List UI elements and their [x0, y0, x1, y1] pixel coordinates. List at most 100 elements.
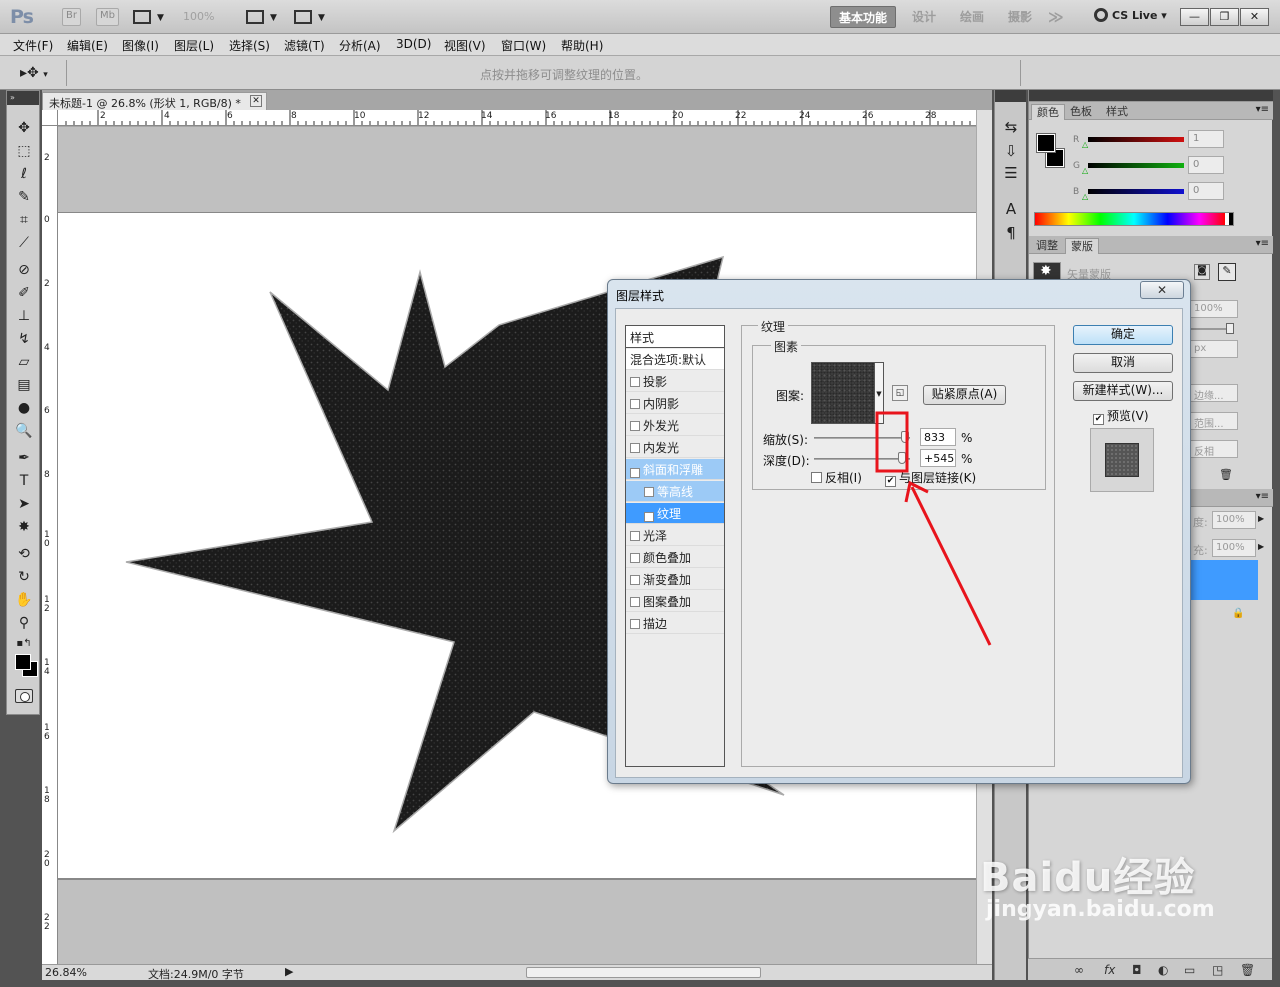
quick-select-tool-icon[interactable]: ✎ [15, 188, 33, 206]
close-app-button[interactable]: ✕ [1240, 8, 1269, 26]
scale-slider-thumb[interactable] [901, 431, 910, 443]
checkbox-checked[interactable]: ✔ [644, 512, 654, 522]
bridge-button[interactable]: Br [62, 8, 81, 26]
delete-mask-icon[interactable]: 🗑 [1219, 468, 1233, 481]
workspace-photography[interactable]: 摄影 [1000, 6, 1040, 28]
scale-slider[interactable] [814, 437, 910, 439]
foreground-color-swatch[interactable] [15, 654, 31, 670]
quick-mask-icon[interactable] [15, 689, 33, 703]
chevron-right-icon[interactable]: ▶ [1258, 542, 1264, 551]
style-item-drop-shadow[interactable]: 投影 [626, 371, 724, 392]
marquee-tool-icon[interactable]: ⬚ [15, 142, 33, 160]
slider-handle-icon[interactable]: △ [1082, 192, 1088, 201]
color-spectrum-bar[interactable] [1034, 212, 1234, 226]
gradient-tool-icon[interactable]: ▤ [15, 376, 33, 394]
move-tool-icon[interactable]: ✥ [15, 119, 33, 137]
depth-slider-thumb[interactable] [898, 452, 907, 464]
arrange-documents-button[interactable]: ▼ [246, 8, 280, 26]
workspace-essentials[interactable]: 基本功能 [830, 6, 897, 28]
vertical-ruler[interactable]: 2 0 2 4 6 8 10 12 14 16 18 20 22 [42, 126, 58, 964]
menu-window[interactable]: 窗口(W) [501, 37, 546, 54]
checkbox[interactable] [630, 575, 640, 585]
history-panel-icon[interactable]: ⇆ [1001, 118, 1021, 136]
checkbox[interactable] [630, 421, 640, 431]
new-layer-icon[interactable]: ◳ [1212, 963, 1223, 977]
style-item-contour[interactable]: 等高线 [626, 481, 724, 502]
style-item-outer-glow[interactable]: 外发光 [626, 415, 724, 436]
lasso-tool-icon[interactable]: ℓ [15, 165, 33, 183]
channel-slider-g[interactable] [1088, 163, 1184, 168]
invert-checkbox[interactable]: 反相(I) [811, 469, 862, 486]
3d-orbit-tool-icon[interactable]: ↻ [15, 568, 33, 586]
info-panel-icon[interactable]: ☰ [1001, 164, 1021, 182]
channel-slider-r[interactable] [1088, 137, 1184, 142]
workspace-design[interactable]: 设计 [904, 6, 944, 28]
horizontal-ruler[interactable]: 2 4 6 8 10 12 14 16 18 20 22 24 26 28 [58, 110, 976, 126]
checkbox-checked[interactable]: ✔ [630, 468, 640, 478]
mask-invert-button[interactable]: 反相 [1190, 440, 1238, 458]
pattern-dropdown-icon[interactable]: ▼ [874, 362, 884, 424]
checkbox[interactable] [630, 597, 640, 607]
hand-tool-icon[interactable]: ✋ [15, 591, 33, 609]
menu-analysis[interactable]: 分析(A) [339, 37, 381, 54]
style-item-texture[interactable]: ✔ 纹理 [626, 503, 724, 524]
style-item-bevel-emboss[interactable]: ✔ 斜面和浮雕 [626, 459, 724, 480]
new-group-icon[interactable]: ▭ [1184, 963, 1195, 977]
style-item-stroke[interactable]: 描边 [626, 613, 724, 634]
menu-file[interactable]: 文件(F) [13, 37, 53, 54]
clone-stamp-tool-icon[interactable]: ⊥ [15, 307, 33, 325]
restore-button[interactable]: ❐ [1210, 8, 1239, 26]
move-tool-preset[interactable]: ▸✥ ▾ [20, 65, 48, 81]
opacity-field[interactable]: 100% [1212, 511, 1256, 529]
zoom-level[interactable]: 100% [183, 10, 214, 23]
menu-image[interactable]: 图像(I) [122, 37, 159, 54]
shape-tool-icon[interactable]: ✸ [15, 518, 33, 536]
foreground-color-swatch[interactable] [1036, 133, 1056, 153]
more-workspaces-button[interactable]: ≫ [1040, 6, 1072, 28]
toolbox-header[interactable]: » [7, 91, 39, 105]
minimize-button[interactable]: — [1180, 8, 1209, 26]
style-item-color-overlay[interactable]: 颜色叠加 [626, 547, 724, 568]
selected-layer-row[interactable] [1190, 560, 1258, 600]
document-tab[interactable]: 未标题-1 @ 26.8% (形状 1, RGB/8) * ✕ [42, 92, 267, 110]
slider-handle-icon[interactable]: △ [1082, 140, 1088, 149]
snap-to-origin-button[interactable]: 贴紧原点(A) [923, 385, 1006, 405]
adjustment-layer-icon[interactable]: ◐ [1158, 963, 1168, 977]
close-dialog-button[interactable]: ✕ [1140, 281, 1184, 299]
crop-tool-icon[interactable]: ⌗ [15, 211, 33, 229]
checkbox[interactable] [630, 619, 640, 629]
type-tool-icon[interactable]: T [15, 472, 33, 490]
view-extras-button[interactable]: ▼ [133, 8, 167, 26]
paragraph-panel-icon[interactable]: ¶ [1001, 224, 1021, 242]
history-brush-tool-icon[interactable]: ↯ [15, 330, 33, 348]
fx-icon[interactable]: fx [1104, 963, 1115, 977]
color-range-button[interactable]: 范围... [1190, 412, 1238, 430]
style-item-gradient-overlay[interactable]: 渐变叠加 [626, 569, 724, 590]
style-item-pattern-overlay[interactable]: 图案叠加 [626, 591, 724, 612]
actions-panel-icon[interactable]: ⇩ [1001, 142, 1021, 160]
mask-edge-button[interactable]: 边缘... [1190, 384, 1238, 402]
panel-menu-icon[interactable]: ▾≡ [1256, 491, 1269, 502]
eraser-tool-icon[interactable]: ▱ [15, 353, 33, 371]
character-panel-icon[interactable]: A [1001, 200, 1021, 218]
checkbox-checked[interactable]: ✔ [885, 476, 896, 487]
status-menu-icon[interactable]: ▶ [285, 965, 293, 978]
menu-3d[interactable]: 3D(D) [396, 37, 431, 51]
ruler-origin[interactable] [42, 110, 58, 126]
channel-value-g[interactable]: 0 [1188, 156, 1224, 174]
menu-select[interactable]: 选择(S) [229, 37, 270, 54]
mask-feather-field[interactable]: px [1190, 340, 1238, 358]
checkbox[interactable] [630, 531, 640, 541]
style-list-header[interactable]: 样式 [626, 326, 724, 348]
brush-tool-icon[interactable]: ✐ [15, 284, 33, 302]
scale-input[interactable]: 833 [920, 428, 956, 446]
density-slider-thumb[interactable] [1226, 323, 1234, 334]
cs-live-button[interactable]: CS Live ▾ [1094, 8, 1167, 22]
fill-field[interactable]: 100% [1212, 539, 1256, 557]
panel-menu-icon[interactable]: ▾≡ [1256, 238, 1269, 249]
mask-density-field[interactable]: 100% [1190, 300, 1238, 318]
menu-view[interactable]: 视图(V) [444, 37, 486, 54]
checkbox[interactable] [644, 487, 654, 497]
style-item-inner-glow[interactable]: 内发光 [626, 437, 724, 458]
3d-rotate-tool-icon[interactable]: ⟲ [15, 545, 33, 563]
